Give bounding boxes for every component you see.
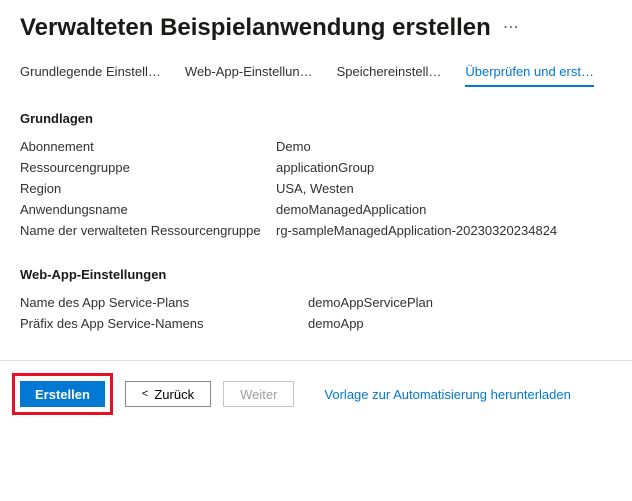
label-prefix: Präfix des App Service-Namens bbox=[20, 316, 308, 331]
label-region: Region bbox=[20, 181, 276, 196]
value-appname: demoManagedApplication bbox=[276, 202, 426, 217]
label-plan: Name des App Service-Plans bbox=[20, 295, 308, 310]
tab-basics[interactable]: Grundlegende Einstell… bbox=[20, 60, 161, 87]
table-row: Name des App Service-Plans demoAppServic… bbox=[20, 292, 612, 313]
back-button[interactable]: < Zurück bbox=[125, 381, 211, 407]
more-icon[interactable]: ⋯ bbox=[503, 20, 520, 36]
table-row: Präfix des App Service-Namens demoApp bbox=[20, 313, 612, 334]
table-row: Ressourcengruppe applicationGroup bbox=[20, 157, 612, 178]
value-region: USA, Westen bbox=[276, 181, 354, 196]
label-subscription: Abonnement bbox=[20, 139, 276, 154]
tab-webapp[interactable]: Web-App-Einstellun… bbox=[185, 60, 313, 87]
table-row: Abonnement Demo bbox=[20, 136, 612, 157]
label-appname: Anwendungsname bbox=[20, 202, 276, 217]
value-subscription: Demo bbox=[276, 139, 311, 154]
chevron-left-icon: < bbox=[142, 388, 148, 400]
next-button: Weiter bbox=[223, 381, 294, 407]
label-resourcegroup: Ressourcengruppe bbox=[20, 160, 276, 175]
table-row: Region USA, Westen bbox=[20, 178, 612, 199]
page-title: Verwalteten Beispielanwendung erstellen bbox=[20, 14, 491, 42]
label-managed-rg: Name der verwalteten Ressourcengruppe bbox=[20, 223, 276, 238]
value-resourcegroup: applicationGroup bbox=[276, 160, 374, 175]
value-managed-rg: rg-sampleManagedApplication-202303202348… bbox=[276, 223, 557, 238]
table-row: Anwendungsname demoManagedApplication bbox=[20, 199, 612, 220]
create-button[interactable]: Erstellen bbox=[20, 381, 105, 407]
value-plan: demoAppServicePlan bbox=[308, 295, 433, 310]
footer: Erstellen < Zurück Weiter Vorlage zur Au… bbox=[0, 360, 632, 427]
section-webapp: Web-App-Einstellungen Name des App Servi… bbox=[20, 267, 612, 334]
section-title-webapp: Web-App-Einstellungen bbox=[20, 267, 612, 282]
table-row: Name der verwalteten Ressourcengruppe rg… bbox=[20, 220, 612, 241]
highlight-box: Erstellen bbox=[12, 373, 113, 415]
tab-storage[interactable]: Speichereinstell… bbox=[337, 60, 442, 87]
section-title-basics: Grundlagen bbox=[20, 111, 612, 126]
back-button-label: Zurück bbox=[154, 387, 194, 402]
value-prefix: demoApp bbox=[308, 316, 364, 331]
tab-review[interactable]: Überprüfen und erst… bbox=[465, 60, 594, 87]
tabs: Grundlegende Einstell… Web-App-Einstellu… bbox=[20, 60, 612, 87]
section-basics: Grundlagen Abonnement Demo Ressourcengru… bbox=[20, 111, 612, 241]
template-download-link[interactable]: Vorlage zur Automatisierung herunterlade… bbox=[324, 387, 570, 402]
